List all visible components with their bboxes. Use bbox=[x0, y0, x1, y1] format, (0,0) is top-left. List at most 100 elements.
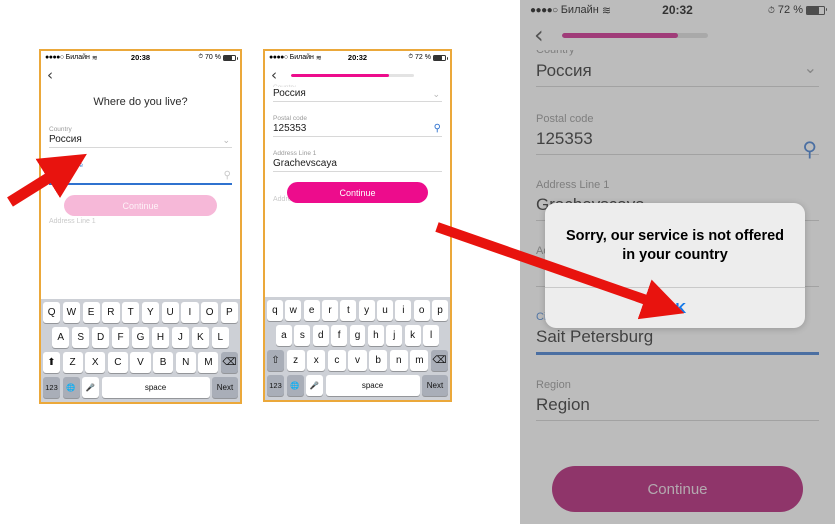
field-postal-code-underline bbox=[273, 136, 442, 137]
key-f[interactable]: F bbox=[111, 327, 130, 348]
phone-screen-2: ●●●●○ Билайн ≋ 20:32 ⏱ 72 % ‹ Country Ро… bbox=[263, 49, 452, 402]
chevron-down-icon[interactable]: ⌄ bbox=[804, 58, 817, 78]
key-r[interactable]: R bbox=[102, 302, 120, 323]
nav-bar-1: ‹ bbox=[41, 64, 240, 86]
continue-button[interactable]: Continue bbox=[552, 466, 803, 512]
key-w[interactable]: W bbox=[62, 302, 80, 323]
numeric-key[interactable]: 123 bbox=[267, 375, 284, 396]
key-r[interactable]: r bbox=[322, 300, 338, 321]
key-v[interactable]: v bbox=[348, 350, 367, 371]
field-postal-code[interactable]: Postal code 125353 ⚲ bbox=[536, 113, 819, 161]
key-m[interactable]: M bbox=[198, 352, 219, 373]
key-p[interactable]: P bbox=[220, 302, 238, 323]
key-c[interactable]: C bbox=[107, 352, 128, 373]
shift-key-icon[interactable]: ⇧ bbox=[267, 350, 284, 371]
key-p[interactable]: p bbox=[432, 300, 448, 321]
key-x[interactable]: X bbox=[85, 352, 106, 373]
key-e[interactable]: E bbox=[82, 302, 100, 323]
field-address-line-1-label: Address Line 1 bbox=[273, 150, 317, 157]
backspace-key-icon[interactable]: ⌫ bbox=[430, 350, 448, 371]
key-w[interactable]: w bbox=[285, 300, 302, 321]
key-o[interactable]: o bbox=[413, 300, 430, 321]
globe-icon[interactable]: 🌐 bbox=[286, 375, 304, 396]
field-postal-code[interactable]: Postal code 125353 ⚲ bbox=[273, 115, 442, 137]
key-e[interactable]: e bbox=[303, 300, 320, 321]
key-h[interactable]: H bbox=[151, 327, 170, 348]
key-y[interactable]: Y bbox=[141, 302, 159, 323]
back-chevron-icon[interactable]: ‹ bbox=[271, 67, 277, 83]
key-i[interactable]: I bbox=[181, 302, 199, 323]
key-i[interactable]: i bbox=[395, 300, 412, 321]
key-k[interactable]: K bbox=[191, 327, 210, 348]
key-q[interactable]: q bbox=[267, 300, 283, 321]
key-d[interactable]: d bbox=[312, 325, 329, 346]
key-l[interactable]: l bbox=[423, 325, 440, 346]
key-a[interactable]: A bbox=[52, 327, 70, 348]
microphone-icon[interactable]: 🎤 bbox=[306, 375, 323, 396]
key-c[interactable]: c bbox=[327, 350, 346, 371]
key-t[interactable]: T bbox=[122, 302, 140, 323]
next-key[interactable]: Next bbox=[422, 375, 448, 396]
continue-button[interactable]: Continue bbox=[63, 195, 218, 216]
key-s[interactable]: s bbox=[294, 325, 311, 346]
key-u[interactable]: U bbox=[161, 302, 179, 323]
battery-percent-label: 70 % bbox=[205, 54, 221, 61]
field-address-line-1-underline bbox=[273, 171, 442, 172]
chevron-down-icon[interactable]: ⌄ bbox=[432, 89, 440, 100]
chevron-down-icon[interactable]: ⌄ bbox=[222, 135, 230, 146]
key-d[interactable]: D bbox=[91, 327, 110, 348]
key-m[interactable]: m bbox=[410, 350, 429, 371]
key-k[interactable]: k bbox=[404, 325, 421, 346]
space-key[interactable]: space bbox=[101, 377, 210, 398]
space-key[interactable]: space bbox=[325, 375, 420, 396]
microphone-icon[interactable]: 🎤 bbox=[82, 377, 99, 398]
field-country-label: Country bbox=[273, 84, 442, 87]
keyboard-2[interactable]: q w e r t y u i o p a s d f g h j k l ⇧ … bbox=[265, 297, 450, 400]
continue-button[interactable]: Continue bbox=[286, 182, 429, 203]
key-f[interactable]: f bbox=[331, 325, 348, 346]
key-z[interactable]: z bbox=[286, 350, 305, 371]
field-region[interactable]: Region Region bbox=[536, 379, 819, 421]
key-g[interactable]: G bbox=[131, 327, 150, 348]
shift-key-icon[interactable]: ⬆ bbox=[43, 352, 60, 373]
field-country[interactable]: Country Россия ⌄ bbox=[49, 126, 232, 148]
search-icon[interactable]: ⚲ bbox=[802, 137, 817, 162]
key-b[interactable]: b bbox=[369, 350, 388, 371]
key-h[interactable]: h bbox=[367, 325, 384, 346]
backspace-key-icon[interactable]: ⌫ bbox=[220, 352, 238, 373]
key-l[interactable]: L bbox=[211, 327, 229, 348]
field-postal-code-label: Postal code bbox=[273, 115, 307, 122]
key-t[interactable]: t bbox=[340, 300, 357, 321]
key-x[interactable]: x bbox=[307, 350, 326, 371]
key-j[interactable]: J bbox=[171, 327, 190, 348]
field-country[interactable]: Country Россия ⌄ bbox=[273, 84, 442, 102]
keyboard-row-2: A S D F G H J K L bbox=[43, 327, 238, 348]
key-a[interactable]: a bbox=[276, 325, 292, 346]
battery-percent-label: 72 % bbox=[777, 4, 803, 16]
key-j[interactable]: j bbox=[386, 325, 403, 346]
key-u[interactable]: u bbox=[377, 300, 393, 321]
key-q[interactable]: Q bbox=[43, 302, 61, 323]
key-o[interactable]: O bbox=[201, 302, 219, 323]
field-country[interactable]: Country Россия ⌄ bbox=[536, 50, 819, 87]
key-n[interactable]: n bbox=[389, 350, 408, 371]
key-s[interactable]: S bbox=[71, 327, 90, 348]
progress-bar bbox=[291, 73, 414, 77]
back-chevron-icon[interactable]: ‹ bbox=[47, 67, 53, 83]
alert-ok-button[interactable]: OK bbox=[545, 288, 805, 328]
field-postal-code[interactable]: Postal code ⚲ bbox=[49, 162, 232, 185]
key-b[interactable]: B bbox=[153, 352, 174, 373]
next-key[interactable]: Next bbox=[212, 377, 238, 398]
field-address-line-1[interactable]: Address Line 1 Grachevscaya bbox=[273, 150, 442, 172]
key-z[interactable]: Z bbox=[62, 352, 83, 373]
back-chevron-icon[interactable]: ‹ bbox=[534, 23, 544, 47]
numeric-key[interactable]: 123 bbox=[43, 377, 60, 398]
key-y[interactable]: y bbox=[358, 300, 375, 321]
key-n[interactable]: N bbox=[175, 352, 196, 373]
search-icon[interactable]: ⚲ bbox=[434, 123, 441, 134]
globe-icon[interactable]: 🌐 bbox=[62, 377, 80, 398]
key-v[interactable]: V bbox=[130, 352, 151, 373]
keyboard-1[interactable]: Q W E R T Y U I O P A S D F G H J K L ⬆ … bbox=[41, 299, 240, 402]
key-g[interactable]: g bbox=[349, 325, 366, 346]
search-icon[interactable]: ⚲ bbox=[224, 170, 231, 181]
